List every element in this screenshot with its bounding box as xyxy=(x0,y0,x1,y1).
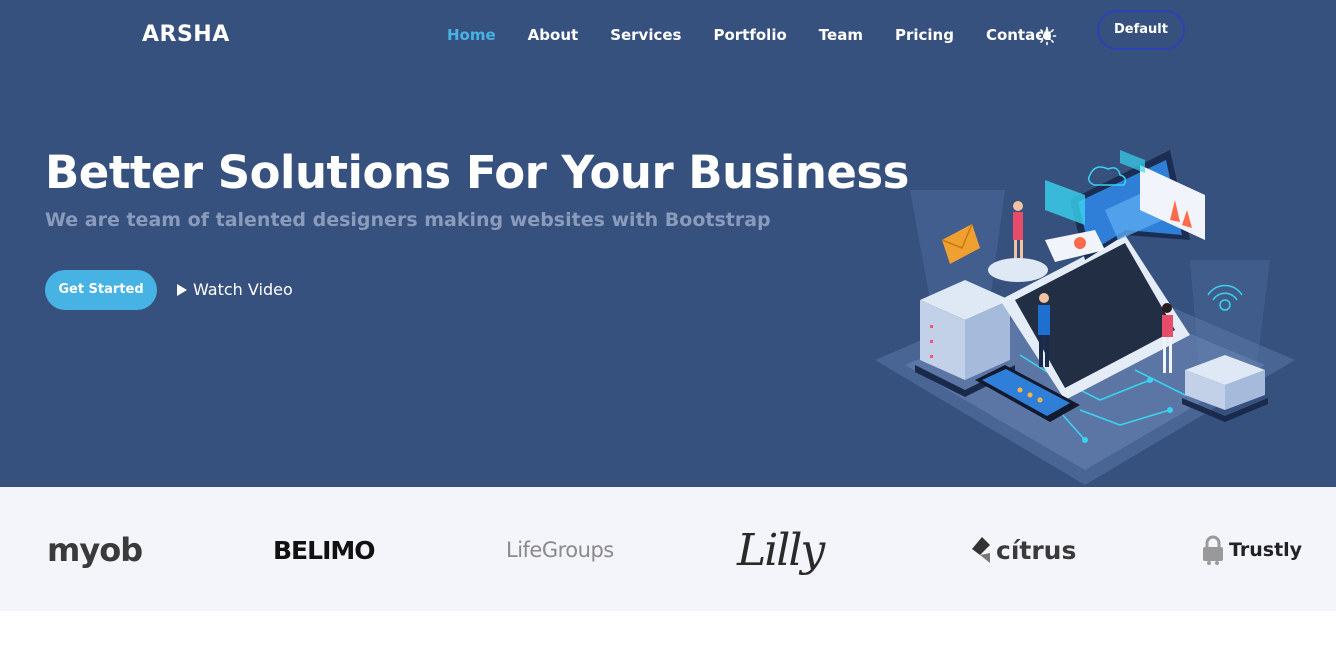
nav-link-pricing[interactable]: Pricing xyxy=(895,26,954,44)
client-logo-lilly: Lilly xyxy=(737,524,825,576)
nav-link-services[interactable]: Services xyxy=(610,26,681,44)
site-logo[interactable]: ARSHA xyxy=(142,22,230,47)
nav-link-about[interactable]: About xyxy=(528,26,579,44)
nav-link-home[interactable]: Home xyxy=(447,26,496,44)
hero-subtitle: We are team of talented designers making… xyxy=(45,209,771,231)
theme-default-button[interactable]: Default xyxy=(1097,10,1185,50)
client-logo-myob: myob xyxy=(47,531,143,569)
nav-link-portfolio[interactable]: Portfolio xyxy=(713,26,786,44)
client-logo-belimo: BELIMO xyxy=(273,520,375,580)
trustly-wordmark: Trustly xyxy=(1229,539,1303,561)
watch-video-link[interactable]: Watch Video xyxy=(176,280,293,299)
client-logo-lifegroups: LifeGroups xyxy=(506,538,614,562)
client-logo-citrus: cítrus xyxy=(970,520,1076,580)
watch-video-label: Watch Video xyxy=(193,280,293,299)
get-started-button[interactable]: Get Started xyxy=(45,270,157,310)
sun-icon[interactable] xyxy=(1037,26,1057,46)
citrus-wordmark: cítrus xyxy=(996,535,1077,565)
hero-section: ARSHA Home About Services Portfolio Team… xyxy=(0,0,1336,487)
belimo-wordmark: BELIMO xyxy=(273,535,375,565)
hero-illustration xyxy=(875,150,1295,485)
nav-link-team[interactable]: Team xyxy=(819,26,863,44)
client-logo-trustly: Trustly xyxy=(1201,520,1302,580)
clients-strip xyxy=(0,487,1336,611)
main-nav: Home About Services Portfolio Team Prici… xyxy=(447,26,1083,44)
play-icon xyxy=(177,283,187,296)
lock-icon xyxy=(1203,535,1223,565)
hero-title: Better Solutions For Your Business xyxy=(45,146,909,199)
citrus-mark-icon xyxy=(972,537,990,563)
